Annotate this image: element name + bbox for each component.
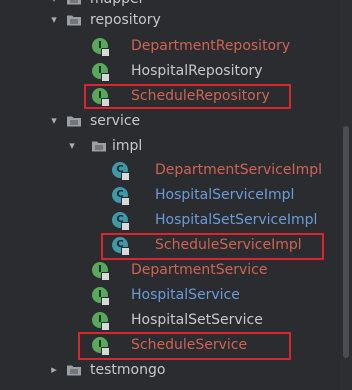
highlight-box	[78, 332, 291, 360]
tree-item-label: HospitalServiceImpl	[155, 187, 295, 203]
public-modifier-icon	[121, 172, 130, 181]
tree-item-label: DepartmentServiceImpl	[155, 162, 323, 178]
tree-folder-label: mapper	[90, 0, 144, 8]
tree-item-hospital-repository[interactable]: I HospitalRepository	[0, 59, 340, 84]
tree-item-label: HospitalSetService	[131, 312, 263, 328]
package-folder-icon	[66, 362, 82, 378]
chevron-down-icon[interactable]: ▾	[48, 115, 60, 127]
tree-folder-label: impl	[112, 138, 143, 154]
tree-folder-label: testmongo	[90, 362, 166, 378]
public-modifier-icon	[101, 48, 110, 57]
tree-item-hospital-set-service[interactable]: I HospitalSetService	[0, 308, 340, 333]
chevron-down-icon[interactable]: ▾	[48, 0, 60, 5]
package-folder-icon	[91, 138, 107, 154]
tree-folder-service[interactable]: ▾ service	[0, 109, 340, 134]
interface-icon: I	[92, 262, 110, 281]
tree-item-department-repository[interactable]: I DepartmentRepository	[0, 34, 340, 59]
tree-item-label: HospitalSetServiceImpl	[155, 212, 318, 228]
scrollbar-thumb[interactable]	[343, 126, 349, 358]
project-tree: ▾mapper▾repositoryIDepartmentRepositoryI…	[0, 0, 352, 390]
package-folder-icon	[66, 12, 82, 28]
chevron-down-icon[interactable]: ▾	[48, 14, 60, 26]
tree-item-label: HospitalService	[131, 287, 240, 303]
public-modifier-icon	[101, 272, 110, 281]
tree-item-department-service[interactable]: I DepartmentService	[0, 258, 340, 283]
tree-item-label: DepartmentRepository	[131, 38, 291, 54]
chevron-right-icon[interactable]: ▸	[48, 364, 60, 376]
chevron-down-icon[interactable]: ▾	[66, 140, 78, 152]
class-icon: C	[112, 212, 130, 231]
class-icon: C	[112, 187, 130, 206]
public-modifier-icon	[101, 297, 110, 306]
tree-folder-testmongo[interactable]: ▸ testmongo	[0, 358, 340, 383]
highlight-box	[84, 84, 291, 109]
tree-folder-repository[interactable]: ▾ repository	[0, 8, 340, 33]
tree-item-hospital-service[interactable]: I HospitalService	[0, 283, 340, 308]
public-modifier-icon	[121, 222, 130, 231]
tree-item-label: DepartmentService	[131, 262, 268, 278]
tree-item-hospital-service-impl[interactable]: C HospitalServiceImpl	[0, 183, 340, 208]
interface-icon: I	[92, 312, 110, 331]
tree-folder-label: service	[90, 113, 141, 129]
public-modifier-icon	[101, 322, 110, 331]
package-folder-icon	[66, 113, 82, 129]
interface-icon: I	[92, 287, 110, 306]
package-folder-icon	[66, 0, 82, 7]
highlight-box	[101, 233, 324, 260]
class-icon: C	[112, 162, 130, 181]
interface-icon: I	[92, 63, 110, 82]
tree-folder-label: repository	[90, 12, 161, 28]
tree-item-hospital-set-service-impl[interactable]: C HospitalSetServiceImpl	[0, 208, 340, 233]
interface-icon: I	[92, 38, 110, 57]
public-modifier-icon	[101, 73, 110, 82]
tree-item-department-service-impl[interactable]: C DepartmentServiceImpl	[0, 158, 340, 183]
public-modifier-icon	[121, 197, 130, 206]
tree-item-label: HospitalRepository	[131, 63, 263, 79]
tree-folder-impl[interactable]: ▾ impl	[0, 134, 340, 159]
